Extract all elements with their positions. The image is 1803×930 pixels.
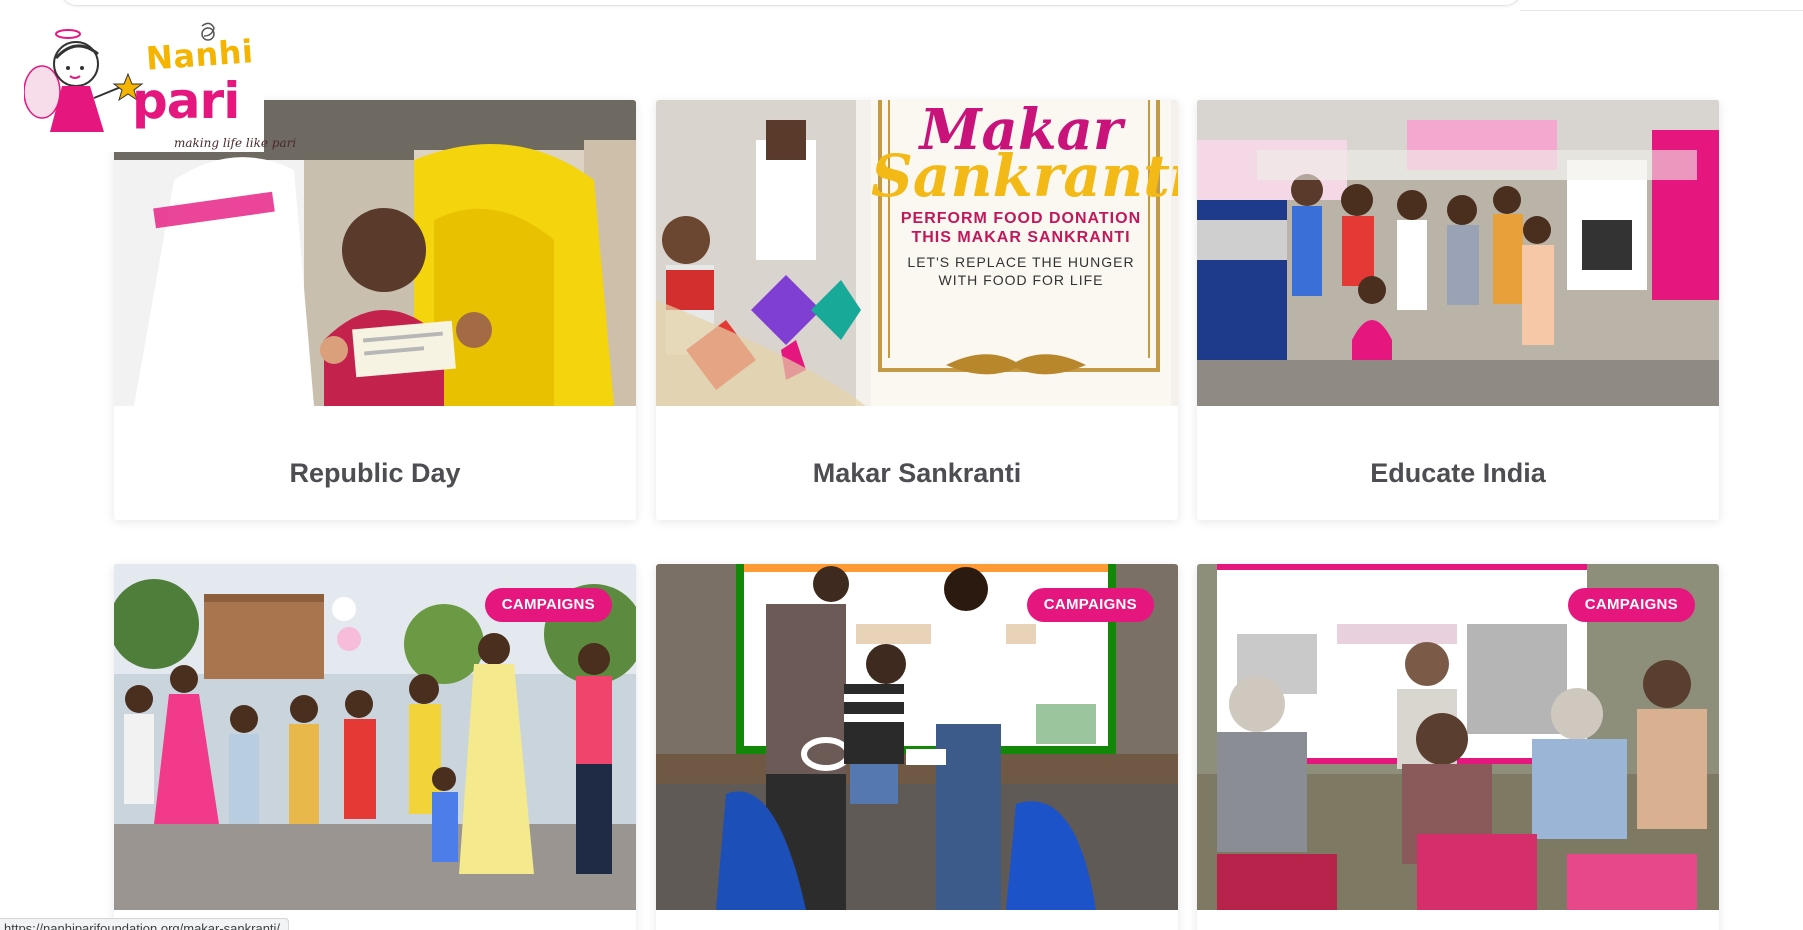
campaign-card-educate-india[interactable]: Educate India: [1197, 100, 1719, 520]
logo-tagline: making life like pari: [174, 136, 297, 150]
campaign-card-image[interactable]: Makar Sankranti PERFORM FOOD DONATION TH…: [656, 100, 1178, 406]
nanhi-pari-logo[interactable]: Nanhi pari making life like pari: [24, 12, 296, 152]
logo-wordmark-pari: pari: [132, 72, 240, 130]
logo-wordmark-nanhi: Nanhi: [144, 32, 255, 78]
campaigns-badge[interactable]: CAMPAIGNS: [1026, 588, 1154, 622]
campaign-card-title[interactable]: Educate India: [1197, 458, 1719, 489]
makar-banner-text: Makar Sankranti PERFORM FOOD DONATION TH…: [871, 100, 1178, 355]
campaign-card-makar-sankranti[interactable]: Makar Sankranti PERFORM FOOD DONATION TH…: [656, 100, 1178, 520]
page-viewport: Republic Day Makar Sankranti PERFORM FOO…: [0, 0, 1803, 930]
campaigns-badge[interactable]: CAMPAIGNS: [484, 588, 612, 622]
browser-search-bar[interactable]: [60, 0, 1522, 6]
banner-line-2: THIS MAKAR SANKRANTI: [911, 229, 1131, 246]
banner-line-3: LET'S REPLACE THE HUNGER: [907, 254, 1135, 270]
campaigns-badge[interactable]: CAMPAIGNS: [1567, 588, 1695, 622]
educate-india-photo: [1197, 100, 1719, 406]
banner-line-4: WITH FOOD FOR LIFE: [938, 272, 1104, 288]
banner-line-1: PERFORM FOOD DONATION: [900, 210, 1142, 227]
campaign-card-blanket-distribution[interactable]: CAMPAIGNS: [1197, 564, 1719, 930]
campaign-card-title[interactable]: Makar Sankranti: [656, 458, 1178, 489]
top-divider: [1520, 10, 1803, 11]
campaign-card-independence-day[interactable]: CAMPAIGNS: [656, 564, 1178, 930]
campaign-card-republic-day[interactable]: Republic Day: [114, 100, 636, 520]
campaign-card-children-gathering[interactable]: CAMPAIGNS: [114, 564, 636, 930]
campaign-card-image[interactable]: [1197, 100, 1719, 406]
makar-script-subtitle: Sankranti: [871, 142, 1178, 210]
status-bar-url: https://nanhiparifoundation.org/makar-sa…: [0, 918, 290, 930]
campaign-card-title[interactable]: Republic Day: [114, 458, 636, 489]
